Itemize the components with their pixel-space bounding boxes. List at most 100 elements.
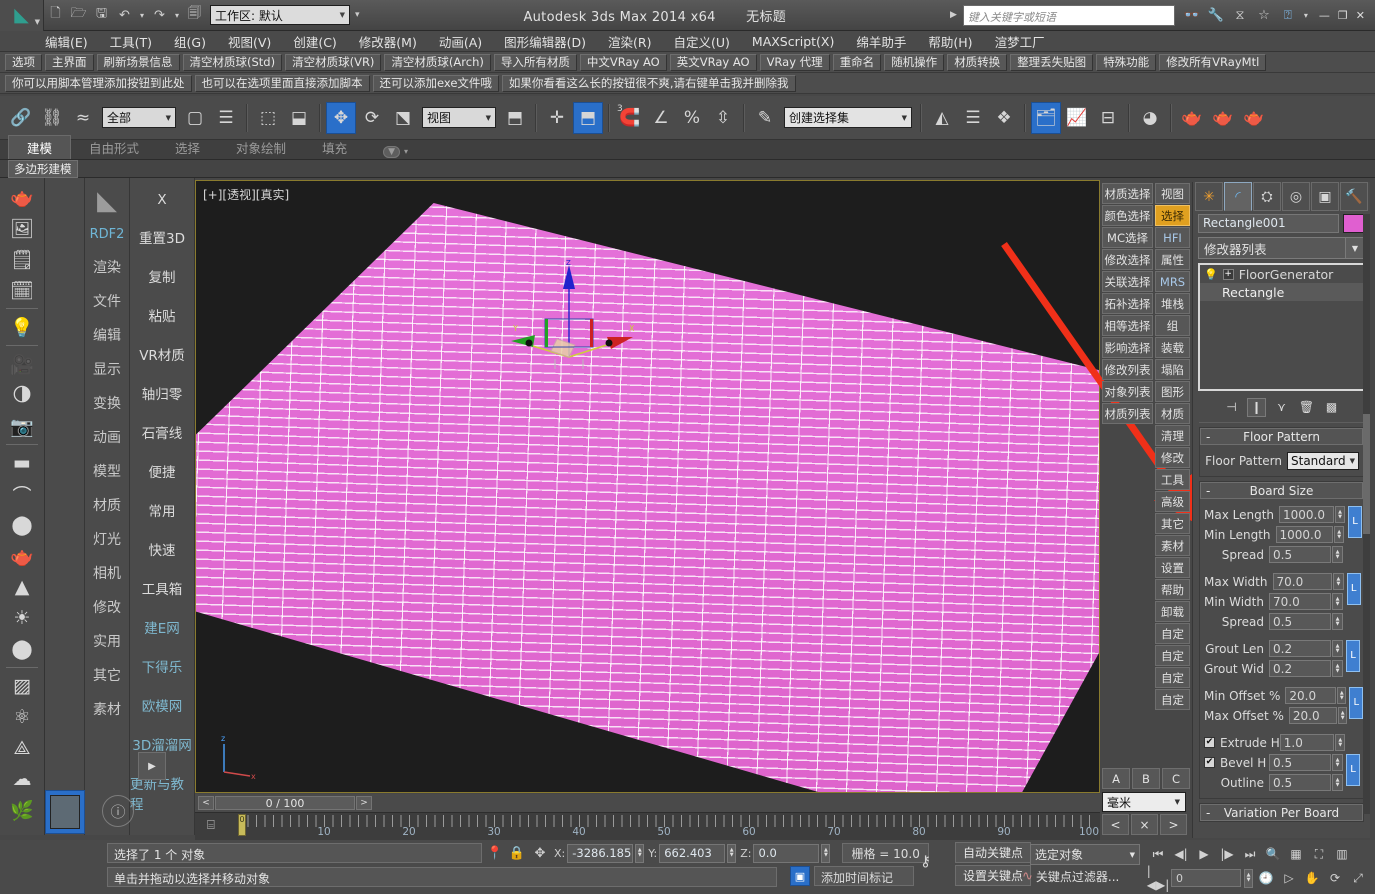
param-input[interactable]: 20.0 [1289,707,1337,724]
right-btn-a-4[interactable]: 关联选择 [1102,271,1153,292]
expand-panel-button[interactable]: ▶ [138,752,166,780]
field-of-view-icon[interactable]: ▷ [1279,868,1299,888]
ribbon-tab-0[interactable]: 建模 [8,135,71,159]
key-mode-toggle-icon[interactable]: |◀▶| [1148,868,1168,888]
align-icon[interactable]: ☰ [958,102,988,134]
param-link-lock-icon[interactable]: L [1348,506,1362,538]
menu-item-12[interactable]: 帮助(H) [917,31,983,52]
add-time-tag-icon[interactable]: ▣ [790,866,810,886]
param-input[interactable]: 1.0 [1280,734,1335,751]
percent-snap-toggle-icon[interactable]: % [677,102,707,134]
selection-filter-combo[interactable]: 全部 ▼ [102,107,176,128]
param-spinner[interactable]: ▲▼ [1332,774,1343,791]
menu-item-0[interactable]: 编辑(E) [34,31,99,52]
left-menu2-item-6[interactable]: 石膏线 [142,412,183,451]
set-project-icon[interactable]: 🗐 [183,4,206,27]
redo-dropdown-icon[interactable]: ▾ [171,4,183,27]
track-bar[interactable]: ⌸ 102030405060708090100 0 [195,812,1100,840]
ribbon-overflow-icon[interactable]: ▼ ▾ [365,140,426,159]
param-spinner[interactable]: ▲▼ [1332,593,1343,610]
app-menu-button[interactable]: ◣ ▼ [0,0,44,31]
goto-end-icon[interactable]: ⏭ [1240,844,1260,864]
right-btn-b-13[interactable]: 工具 [1155,469,1190,490]
list-panel-icon[interactable]: 🗒 [5,244,39,274]
curve-editor-icon[interactable]: 📈 [1062,102,1092,134]
z-spinner[interactable]: ▲▼ [821,844,830,863]
named-selection-set-combo[interactable]: 创建选择集 ▼ [784,107,912,128]
right-btn-b-18[interactable]: 帮助 [1155,579,1190,600]
param-spinner[interactable]: ▲▼ [1332,613,1343,630]
script-button-13[interactable]: 整理丢失贴图 [1010,54,1093,71]
redo-icon[interactable]: ↷ [148,4,171,27]
unit-selector-combo[interactable]: 毫米 ▼ [1102,792,1186,812]
plane-icon[interactable]: ▬ [5,448,39,478]
make-unique-icon[interactable]: ⋎ [1272,398,1291,417]
right-btn-b-12[interactable]: 修改 [1155,447,1190,468]
select-and-move-icon[interactable]: ✥ [326,102,356,134]
script-button-1[interactable]: 主界面 [45,54,94,71]
schematic-view-icon[interactable]: ⊟ [1093,102,1123,134]
next-frame-icon[interactable]: |▶ [1217,844,1237,864]
menu-item-4[interactable]: 创建(C) [282,31,347,52]
add-time-tag-field[interactable]: 添加时间标记 [814,866,914,886]
param-link-lock-icon[interactable]: L [1346,754,1360,786]
modifier-stack[interactable]: 💡 + FloorGenerator Rectangle [1198,263,1365,391]
pattern-icon[interactable]: ▨ [5,671,39,701]
param-input[interactable]: 20.0 [1285,687,1336,704]
orbit-icon[interactable]: ⟳ [1325,868,1345,888]
right-btn-a-9[interactable]: 对象列表 [1102,381,1153,402]
render-setup-icon[interactable]: 🫖 [1177,102,1207,134]
z-value[interactable]: 0.0 [753,844,819,863]
save-file-icon[interactable]: 🖫 [90,4,113,27]
camera-target-icon[interactable]: 🌗 [5,380,39,410]
coordinate-x[interactable]: X: -3286.185 ▲▼ [554,844,644,863]
help-dropdown-icon[interactable]: ▾ [1301,11,1311,20]
angle-snap-toggle-icon[interactable]: ∠ [646,102,676,134]
left-menu-item-0[interactable]: RDF2 [90,218,125,251]
right-btn-b-6[interactable]: 组 [1155,315,1190,336]
x-spinner[interactable]: ▲▼ [635,844,644,863]
script-button-7[interactable]: 中文VRay AO [580,54,667,71]
modifier-list-combo[interactable]: 修改器列表 ▼ [1198,237,1365,259]
menu-item-3[interactable]: 视图(V) [217,31,282,52]
param-spinner[interactable]: ▲▼ [1332,660,1343,677]
render-production-icon[interactable]: 🫖 [1239,102,1269,134]
menu-item-7[interactable]: 图形编辑器(D) [493,31,597,52]
left-menu-item-1[interactable]: 渲染 [93,251,121,285]
right-btn-a-0[interactable]: 材质选择 [1102,183,1153,204]
right-btn-a-6[interactable]: 相等选择 [1102,315,1153,336]
right-btn-b-11[interactable]: 清理 [1155,425,1190,446]
script-hint-button-1[interactable]: 也可以在选项里面直接添加脚本 [195,75,370,92]
motion-icon[interactable]: ◎ [1282,182,1310,211]
set-key-button[interactable]: 设置关键点 [955,865,1031,886]
current-frame-field[interactable]: 0 [1171,869,1241,887]
left-menu-item-11[interactable]: 修改 [93,591,121,625]
spinner-snap-toggle-icon[interactable]: ⇳ [708,102,738,134]
use-pivot-point-center-icon[interactable]: ⬒ [500,102,530,134]
script-hint-button-2[interactable]: 还可以添加exe文件哦 [373,75,499,92]
left-menu-item-12[interactable]: 实用 [93,625,121,659]
script-button-5[interactable]: 清空材质球(Arch) [384,54,490,71]
close-button[interactable]: ✕ [1356,9,1365,22]
info-icon[interactable]: ⓘ [102,795,134,827]
lock-selection-icon[interactable]: 🔒 [508,846,526,861]
script-hint-button-3[interactable]: 如果你看看这么长的按钮很不爽,请右键单击我并删除我 [502,75,796,92]
pan-view-icon[interactable]: ✋ [1302,868,1322,888]
dome-icon[interactable]: ⌒ [5,479,39,509]
select-and-rotate-icon[interactable]: ⟳ [357,102,387,134]
left-menu2-item-10[interactable]: 工具箱 [142,568,183,607]
expand-icon[interactable]: ▶ [950,10,957,20]
script-button-12[interactable]: 材质转换 [947,54,1007,71]
right-btn-b-16[interactable]: 素材 [1155,535,1190,556]
panel-nav-button-2[interactable]: > [1160,814,1187,835]
menu-item-1[interactable]: 工具(T) [99,31,163,52]
zoom-icon[interactable]: 🔍 [1263,844,1283,864]
maximize-button[interactable]: ❐ [1338,9,1348,22]
right-btn-a-2[interactable]: MC选择 [1102,227,1153,248]
param-dropdown[interactable]: Standard▼ [1287,452,1359,470]
param-spinner[interactable]: ▲▼ [1332,640,1343,657]
script-button-14[interactable]: 特殊功能 [1096,54,1156,71]
material-preview-icon[interactable]: 🖼 [5,213,39,243]
viewport-label[interactable]: [+][透视][真实] [203,186,289,203]
left-menu2-item-13[interactable]: 欧模网 [142,685,183,724]
